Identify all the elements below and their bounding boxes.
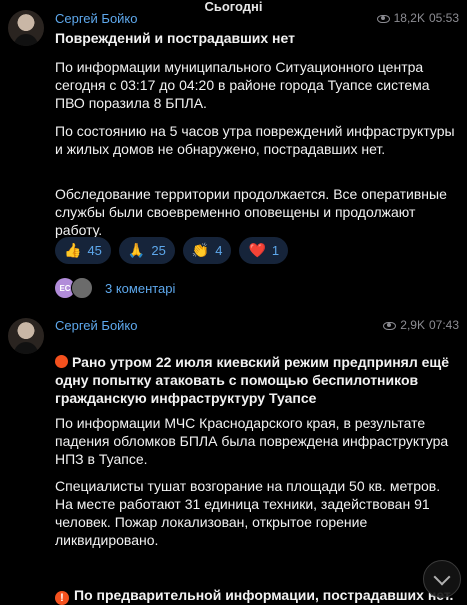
post-author[interactable]: Сергей Бойко [55,318,138,333]
view-count: 18,2K [393,11,425,25]
reaction-count: 25 [151,243,166,258]
post-paragraph: Обследование территории продолжается. Вс… [55,186,447,238]
chevron-down-icon [433,568,451,585]
avatar[interactable] [8,10,44,46]
post-paragraph: По информации муниципального Ситуационно… [55,59,430,111]
comments-count[interactable]: 3 коментарі [105,281,175,296]
eye-icon [383,321,397,330]
clap-icon: 👏 [191,242,210,258]
pray-icon: 🙏 [127,242,146,258]
post-headline: Рано утром 22 июля киевский режим предпр… [55,354,450,406]
post-time: 07:43 [428,318,459,332]
post-author[interactable]: Сергей Бойко [55,11,138,26]
reaction-thumbs-up[interactable]: 👍 45 [55,237,111,264]
post-paragraph: По состоянию на 5 часов утра повреждений… [55,123,455,157]
commenter-avatar [71,277,93,299]
post-warning-block: ! По предварительной информации, пострада… [55,568,455,605]
reaction-heart[interactable]: ❤️ 1 [239,237,289,264]
reactions-bar: 👍 45 🙏 25 👏 4 ❤️ 1 [55,237,289,264]
post-headline-block: Рано утром 22 июля киевский режим предпр… [55,335,455,407]
heart-icon: ❤️ [248,242,266,258]
thumbs-up-icon: 👍 [64,242,82,258]
reaction-clap[interactable]: 👏 4 [182,237,232,264]
post-meta: 18,2K 05:53 [376,11,459,26]
reaction-pray[interactable]: 🙏 25 [118,237,175,264]
red-circle-icon [55,355,68,368]
reaction-count: 45 [87,243,102,258]
reaction-count: 4 [215,243,223,258]
post-warning: По предварительной информации, пострадав… [74,587,454,603]
exclamation-icon: ! [55,591,69,605]
comments-link[interactable]: EC 3 коментарі [55,277,175,299]
post-time: 05:53 [428,11,459,25]
post-meta: 2,9K 07:43 [383,318,459,333]
scroll-down-button[interactable] [423,560,461,598]
eye-icon [376,14,390,23]
avatar[interactable] [8,318,44,354]
post-paragraph: Специалисты тушат возгорание на площади … [55,478,441,548]
reaction-count: 1 [271,243,280,258]
post-headline: Повреждений и пострадавших нет [55,30,295,46]
post-paragraph: По информации МЧС Краснодарского края, в… [55,415,449,467]
view-count: 2,9K [400,318,425,332]
